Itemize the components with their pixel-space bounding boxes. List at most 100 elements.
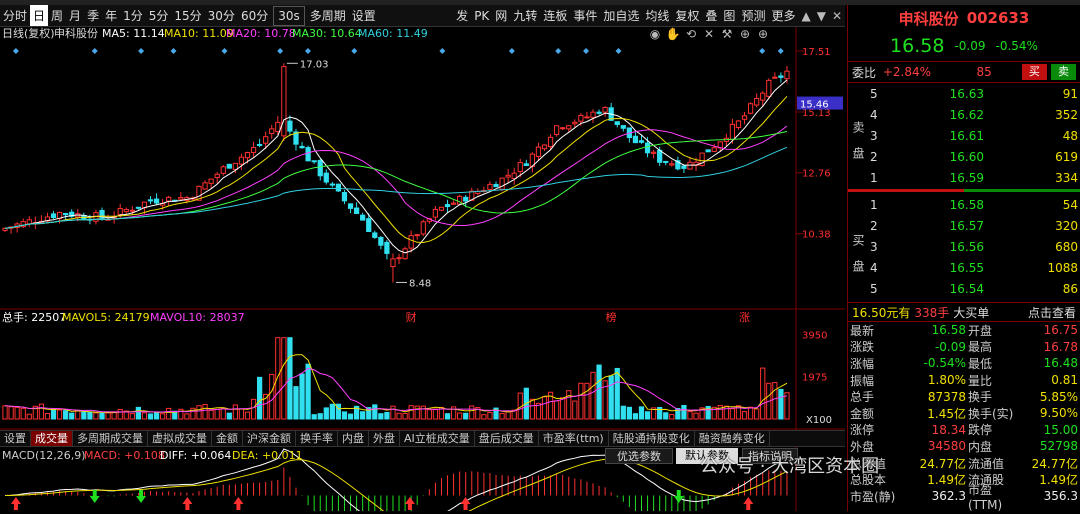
book-price: 16.63 [949,86,984,101]
volume-bar [408,405,414,420]
candle-body [663,160,669,163]
candle-body [384,241,390,254]
price-change: -0.09 [954,39,986,53]
book-level[interactable]: 4 16.62 352 [848,104,1080,125]
volume-bar [93,412,99,420]
period-10[interactable]: 60分 [238,5,271,26]
period-7[interactable]: 5分 [146,5,172,26]
volume-bar [232,404,238,420]
book-level[interactable]: 2 16.57 320 [848,215,1080,236]
period-11[interactable]: 30s [273,5,305,26]
cross-icon[interactable]: ✕ [704,27,714,41]
indicator-tab-3[interactable]: 虚拟成交量 [148,431,212,446]
tool-10[interactable]: 图 [720,5,738,26]
period-12[interactable]: 多周期 [307,5,349,26]
tool-3[interactable]: 九转 [510,5,540,26]
stat-label: 最新 [850,323,875,338]
book-volume: 48 [1062,128,1078,143]
indicator-tab-5[interactable]: 沪深金额 [243,431,296,446]
indicator-tab-1[interactable]: 成交量 [31,431,73,446]
tool-1[interactable]: PK [471,5,492,26]
candle-body [560,127,566,130]
hand-icon[interactable]: ✋ [666,27,681,41]
ma-prefix: 日线(复权) [2,27,55,40]
period-4[interactable]: 季 [84,5,102,26]
indicator-tab-2[interactable]: 多周期成交量 [73,431,148,446]
sync-icon[interactable]: ⟲ [686,27,696,41]
volume-bar [208,409,214,420]
indicator-tab-7[interactable]: 内盘 [338,431,369,446]
tool-2[interactable]: 网 [492,5,510,26]
period-2[interactable]: 周 [48,5,66,26]
volume-bar [590,371,596,420]
book-level[interactable]: 5 16.63 91 [848,83,1080,104]
add2-icon[interactable]: ⊕ [758,27,768,41]
book-volume: 91 [1062,86,1078,101]
volume-bar [390,405,396,420]
volume-bar [681,404,687,420]
sell-button[interactable]: 卖 [1050,64,1077,80]
period-3[interactable]: 月 [66,5,84,26]
indicator-tab-4[interactable]: 金额 [212,431,243,446]
tools-icon[interactable]: ⚒ [722,27,733,41]
volume-bar [784,392,790,420]
book-level[interactable]: 2 16.60 619 [848,146,1080,167]
period-5[interactable]: 年 [102,5,120,26]
period-6[interactable]: 1分 [120,5,146,26]
macd-legend-item: MACD(12,26,9) [2,449,86,462]
buy-button[interactable]: 买 [1021,64,1047,80]
event-mark: 涨 [739,311,750,324]
add-icon[interactable]: ⊕ [740,27,750,41]
period-1[interactable]: 日 [30,5,49,26]
event-diamond [304,48,311,54]
eye-icon[interactable]: ◉ [650,27,660,41]
tool-7[interactable]: 均线 [642,5,672,26]
book-level[interactable]: 3 16.56 680 [848,236,1080,257]
candle-body [741,115,748,120]
candle-body [250,146,257,154]
big-order-link[interactable]: 点击查看 [1028,304,1076,321]
book-level[interactable]: 1 16.58 54 [848,194,1080,215]
book-level[interactable]: 5 16.54 86 [848,278,1080,299]
toolbar-close-icon[interactable]: ✕ [829,9,845,23]
indicator-tab-13[interactable]: 融资融券变化 [695,431,770,446]
candle-body [178,197,184,200]
period-9[interactable]: 30分 [205,5,238,26]
toolbar-up-icon[interactable]: ▲ [798,9,813,23]
preferred-params-button[interactable]: 优选参数 [605,448,673,464]
indicator-tab-12[interactable]: 陆股通持股变化 [609,431,695,446]
book-level[interactable]: 1 16.59 334 [848,167,1080,188]
candle-body [123,209,129,213]
tool-8[interactable]: 复权 [672,5,702,26]
sell-side-text: 卖盘 [851,121,865,173]
period-0[interactable]: 分时 [0,5,30,26]
period-13[interactable]: 设置 [349,5,379,26]
indicator-tab-9[interactable]: AI立桩成交量 [400,431,475,446]
indicator-tab-11[interactable]: 市盈率(ttm) [539,431,609,446]
book-volume: 320 [1055,218,1078,233]
book-level[interactable]: 3 16.61 48 [848,125,1080,146]
indicator-tab-0[interactable]: 设置 [0,431,31,446]
stat-label: 量比 [968,373,993,388]
stat-value: 34580 [927,439,966,454]
tool-5[interactable]: 事件 [570,5,600,26]
toolbar-down-icon[interactable]: ▼ [814,9,829,23]
period-8[interactable]: 15分 [171,5,204,26]
indicator-tab-8[interactable]: 外盘 [369,431,400,446]
candle-body [287,120,293,132]
tool-6[interactable]: 加自选 [600,5,642,26]
candle-body [523,163,529,166]
candle-body [353,207,360,214]
book-level[interactable]: 4 16.55 1088 [848,257,1080,278]
volume-bar [554,400,560,420]
indicator-tab-6[interactable]: 换手率 [296,431,338,446]
tool-4[interactable]: 连板 [540,5,570,26]
indicator-tab-10[interactable]: 盘后成交量 [475,431,539,446]
tool-9[interactable]: 叠 [702,5,720,26]
candle-body [329,183,335,186]
tool-0[interactable]: 发 [453,5,471,26]
volume-bar [244,411,251,420]
big-order-row[interactable]: 16.50元有 338手 大买单 点击查看 [848,302,1080,322]
tool-11[interactable]: 预测 [738,5,768,26]
tool-12[interactable]: 更多 [768,5,798,26]
